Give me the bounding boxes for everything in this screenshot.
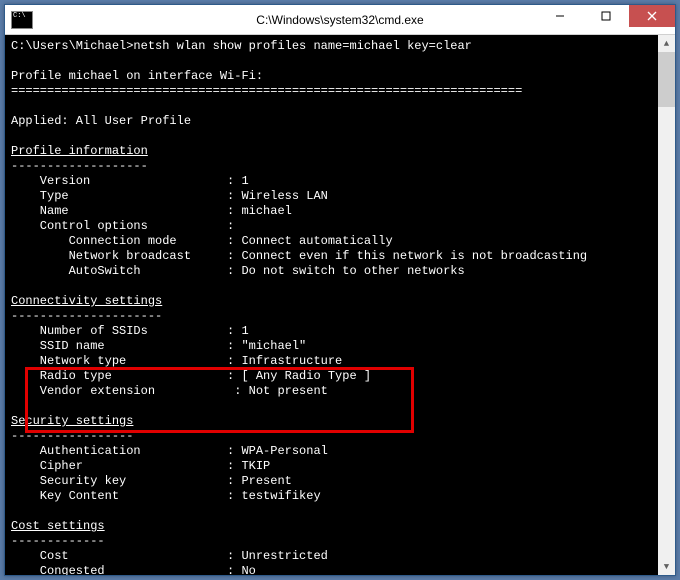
maximize-icon (601, 11, 611, 21)
scroll-track[interactable] (658, 52, 675, 558)
vertical-scrollbar[interactable]: ▲ ▼ (658, 35, 675, 575)
close-icon (647, 11, 657, 21)
scroll-up-button[interactable]: ▲ (658, 35, 675, 52)
close-button[interactable] (629, 5, 675, 27)
cmd-system-icon[interactable] (11, 11, 33, 29)
scroll-down-button[interactable]: ▼ (658, 558, 675, 575)
minimize-button[interactable] (537, 5, 583, 27)
maximize-button[interactable] (583, 5, 629, 27)
minimize-icon (555, 11, 565, 21)
cmd-window: C:\Windows\system32\cmd.exe C:\Users\Mic… (4, 4, 676, 576)
window-buttons (537, 5, 675, 34)
terminal-output[interactable]: C:\Users\Michael>netsh wlan show profile… (5, 35, 675, 575)
scroll-thumb[interactable] (658, 52, 675, 107)
titlebar[interactable]: C:\Windows\system32\cmd.exe (5, 5, 675, 35)
